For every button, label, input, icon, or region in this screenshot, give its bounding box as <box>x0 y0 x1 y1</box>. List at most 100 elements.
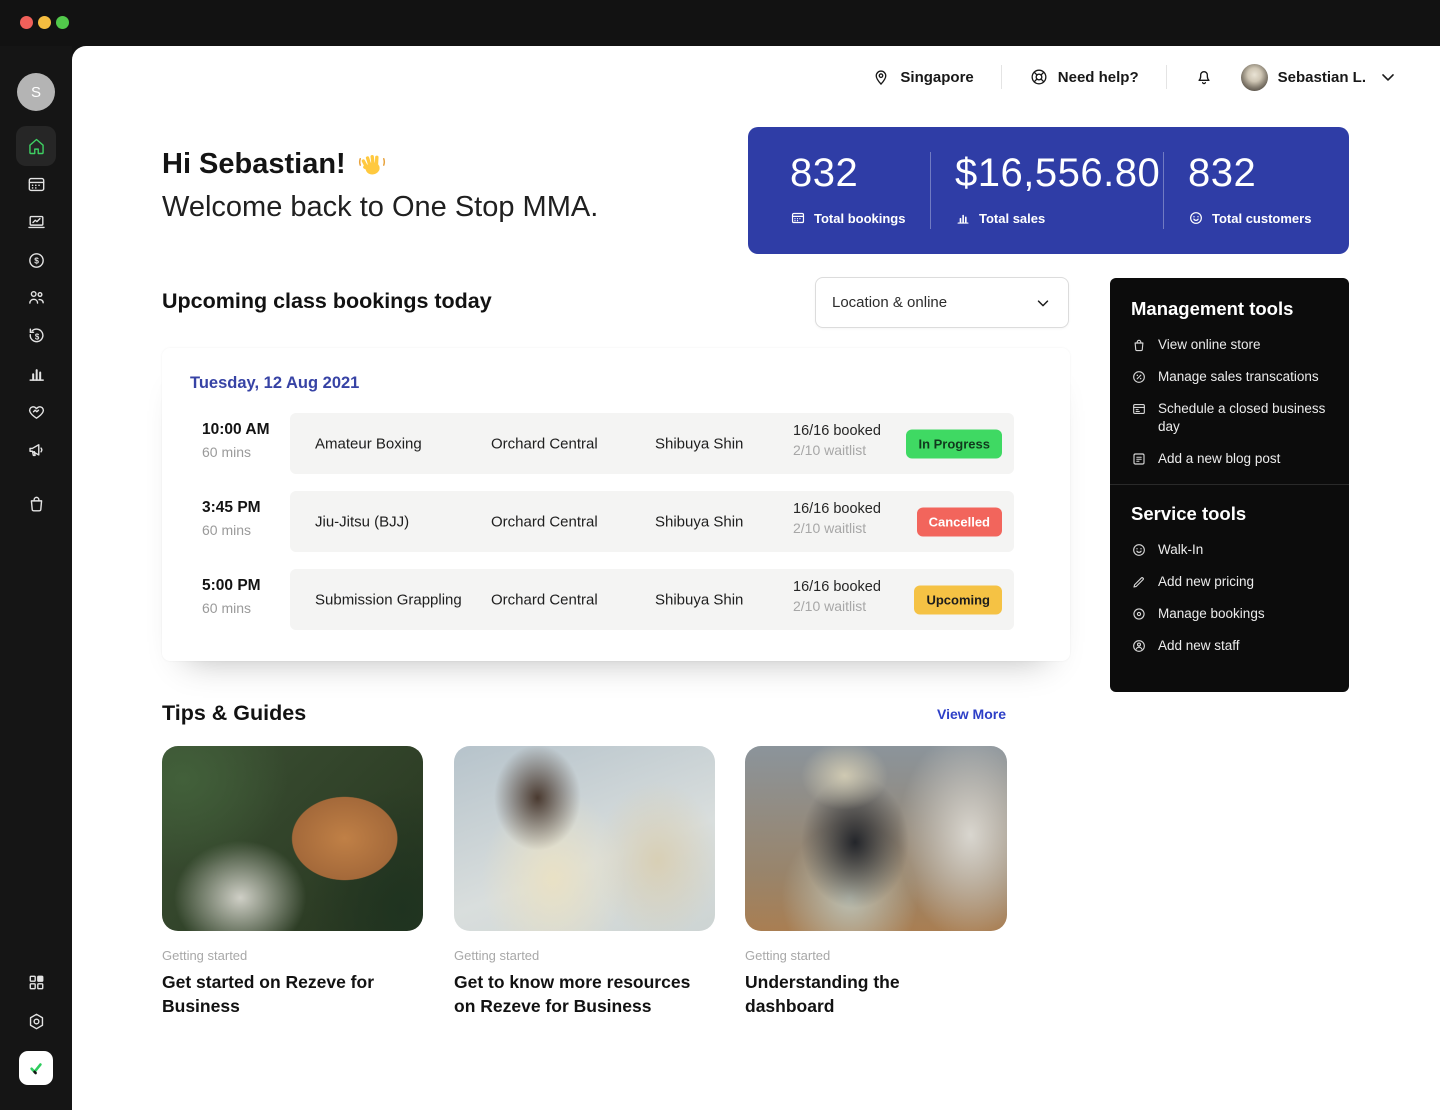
guide-card-image <box>454 746 715 931</box>
management-tools-title: Management tools <box>1131 298 1328 320</box>
class-name: Jiu-Jitsu (BJJ) <box>315 513 409 530</box>
tool-label: Add a new blog post <box>1158 450 1280 468</box>
calendar-icon <box>790 210 806 226</box>
guide-card-image <box>745 746 1007 931</box>
close-window-button[interactable] <box>20 16 33 29</box>
booked-count: 16/16 booked <box>793 501 881 517</box>
location-label: Singapore <box>900 69 973 86</box>
booking-time: 5:00 PM 60 mins <box>202 577 261 616</box>
minimize-window-button[interactable] <box>38 16 51 29</box>
partnership-icon <box>26 401 47 422</box>
stat-total-bookings: 832 Total bookings <box>790 149 905 226</box>
user-avatar[interactable] <box>1241 64 1268 91</box>
help-button[interactable]: Need help? <box>1029 67 1139 87</box>
tool-label: Add new pricing <box>1158 573 1254 591</box>
main-panel: Singapore Need help? Sebastian L. Hi Seb… <box>72 46 1440 1110</box>
class-name: Amateur Boxing <box>315 435 422 452</box>
tool-walk-in[interactable]: Walk-In <box>1131 541 1328 559</box>
app-window: S $ $ <box>0 0 1440 1110</box>
workspace-avatar[interactable]: S <box>17 73 55 111</box>
view-more-link[interactable]: View More <box>937 706 1006 722</box>
booked-count: 16/16 booked <box>793 423 881 439</box>
booking-capacity: 16/16 booked 2/10 waitlist <box>793 579 881 614</box>
tools-panel: Management tools View online store Manag… <box>1110 278 1349 692</box>
percent-circle-icon <box>1131 369 1147 385</box>
header-divider <box>1001 65 1002 89</box>
booking-time: 10:00 AM 60 mins <box>202 421 269 460</box>
stat-value: 832 <box>790 149 905 197</box>
refund-icon: $ <box>26 326 47 347</box>
sidebar-item-reports[interactable] <box>16 353 56 393</box>
guide-card-title: Get to know more resources on Rezeve for… <box>454 970 694 1018</box>
greeting-subtitle: Welcome back to One Stop MMA. <box>162 186 598 228</box>
greeting-title: Hi Sebastian! <box>162 144 598 184</box>
bookings-table-card: Tuesday, 12 Aug 2021 10:00 AM 60 mins Am… <box>162 348 1070 661</box>
waitlist-count: 2/10 waitlist <box>793 520 881 536</box>
store-bag-icon <box>26 493 47 514</box>
marketing-icon <box>26 439 47 460</box>
waitlist-count: 2/10 waitlist <box>793 442 881 458</box>
sidebar-item-refunds[interactable]: $ <box>16 316 56 356</box>
status-badge: In Progress <box>906 429 1002 458</box>
notifications-button[interactable] <box>1194 67 1214 87</box>
tool-label: Schedule a closed business day <box>1158 400 1328 436</box>
tool-view-online-store[interactable]: View online store <box>1131 336 1328 354</box>
waving-hand-icon <box>357 149 387 179</box>
tool-schedule-closed-day[interactable]: Schedule a closed business day <box>1131 400 1328 436</box>
stat-total-customers: 832 Total customers <box>1188 149 1311 226</box>
booking-time: 3:45 PM 60 mins <box>202 499 261 538</box>
sidebar-item-pricing[interactable]: $ <box>16 240 56 280</box>
guide-card[interactable]: Getting started Understanding the dashbo… <box>745 746 1007 1018</box>
class-name: Submission Grappling <box>315 591 462 608</box>
tool-add-new-pricing[interactable]: Add new pricing <box>1131 573 1328 591</box>
reports-icon <box>26 363 47 384</box>
calendar-icon <box>1131 401 1147 417</box>
settings-icon <box>26 1011 47 1032</box>
status-badge: Upcoming <box>914 585 1002 614</box>
tool-label: Manage sales transcations <box>1158 368 1319 386</box>
sidebar-item-performance[interactable] <box>16 202 56 242</box>
class-instructor: Shibuya Shin <box>655 435 743 452</box>
location-filter-dropdown[interactable]: Location & online <box>815 277 1069 328</box>
smiley-icon <box>1131 542 1147 558</box>
guide-card-category: Getting started <box>745 948 1007 963</box>
chevron-down-icon[interactable] <box>1378 67 1398 87</box>
sidebar-item-home[interactable] <box>16 126 56 166</box>
guide-card-image <box>162 746 423 931</box>
header-divider <box>1166 65 1167 89</box>
sidebar-item-partnerships[interactable] <box>16 391 56 431</box>
booking-row-body[interactable]: Amateur Boxing Orchard Central Shibuya S… <box>290 413 1014 474</box>
booking-row-body[interactable]: Submission Grappling Orchard Central Shi… <box>290 569 1014 630</box>
svg-text:$: $ <box>34 332 39 341</box>
sidebar-item-marketing[interactable] <box>16 429 56 469</box>
guide-card-title: Get started on Rezeve for Business <box>162 970 402 1018</box>
booking-row: 3:45 PM 60 mins Jiu-Jitsu (BJJ) Orchard … <box>162 491 1070 552</box>
guide-card-category: Getting started <box>162 948 423 963</box>
booking-row-body[interactable]: Jiu-Jitsu (BJJ) Orchard Central Shibuya … <box>290 491 1014 552</box>
zoom-window-button[interactable] <box>56 16 69 29</box>
user-name[interactable]: Sebastian L. <box>1278 69 1366 86</box>
booked-count: 16/16 booked <box>793 579 881 595</box>
location-pin-icon <box>871 67 891 87</box>
tool-manage-sales[interactable]: Manage sales transcations <box>1131 368 1328 386</box>
duration-value: 60 mins <box>202 444 269 460</box>
stat-label: Total bookings <box>814 211 905 226</box>
sidebar-item-schedule[interactable] <box>16 164 56 204</box>
chevron-down-icon <box>1034 294 1052 312</box>
filter-value: Location & online <box>832 294 947 311</box>
sidebar-item-store[interactable] <box>16 483 56 523</box>
guide-card[interactable]: Getting started Get to know more resourc… <box>454 746 715 1018</box>
sidebar-item-settings[interactable] <box>16 1001 56 1041</box>
guide-card[interactable]: Getting started Get started on Rezeve fo… <box>162 746 423 1018</box>
location-selector[interactable]: Singapore <box>871 67 973 87</box>
sidebar-item-apps[interactable] <box>16 962 56 1002</box>
tool-add-blog-post[interactable]: Add a new blog post <box>1131 450 1328 468</box>
greeting-block: Hi Sebastian! Welcome back to One Stop M… <box>162 144 598 228</box>
tool-manage-bookings[interactable]: Manage bookings <box>1131 605 1328 623</box>
rezeve-logo[interactable] <box>19 1051 53 1085</box>
sidebar-item-customers[interactable] <box>16 277 56 317</box>
calendar-icon <box>26 174 47 195</box>
time-value: 10:00 AM <box>202 421 269 439</box>
tool-add-new-staff[interactable]: Add new staff <box>1131 637 1328 655</box>
class-instructor: Shibuya Shin <box>655 513 743 530</box>
